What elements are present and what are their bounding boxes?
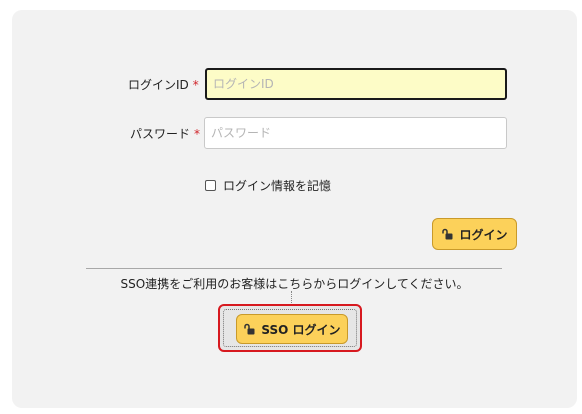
login-id-label: ログインID * [128, 76, 199, 93]
login-id-input[interactable] [205, 68, 507, 100]
sso-login-button-label: SSO ログイン [261, 322, 341, 337]
unlock-icon [244, 323, 255, 335]
login-button-label: ログイン [459, 227, 508, 242]
login-id-label-text: ログインID [128, 78, 189, 92]
remember-login-checkbox[interactable] [205, 180, 216, 191]
sso-login-button[interactable]: SSO ログイン [236, 314, 348, 344]
login-button[interactable]: ログイン [432, 218, 517, 250]
password-label-text: パスワード [130, 127, 191, 141]
required-mark: * [192, 78, 199, 92]
focus-connector [291, 291, 292, 303]
login-panel: ログインID* パスワード* ログイン情報を記憶 ログイン SSO連携をご利用の… [12, 10, 577, 408]
divider [86, 268, 502, 269]
remember-login-label: ログイン情報を記憶 [223, 179, 332, 193]
password-label: パスワード * [130, 125, 200, 142]
remember-login-checkbox-row[interactable]: ログイン情報を記憶 [205, 177, 331, 194]
required-mark: * [194, 127, 201, 141]
unlock-icon [442, 228, 453, 240]
sso-message: SSO連携をご利用のお客様はこちらからログインしてください。 [120, 277, 469, 291]
password-input[interactable] [204, 117, 507, 149]
